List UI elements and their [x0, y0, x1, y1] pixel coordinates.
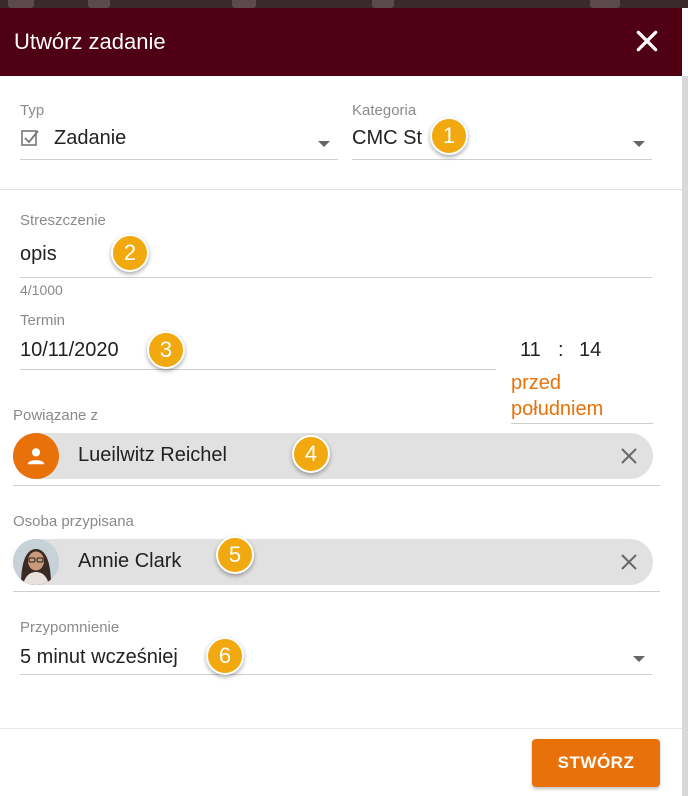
- background-icon: [8, 0, 34, 8]
- reminder-label: Przypomnienie: [20, 619, 120, 636]
- assignee-label: Osoba przypisana: [13, 513, 134, 530]
- hour-input[interactable]: 11: [520, 339, 541, 362]
- related-name: Lueilwitz Reichel: [78, 444, 227, 466]
- background-icon: [88, 0, 110, 8]
- assignee-underline: [13, 591, 660, 592]
- background-icon: [590, 0, 620, 8]
- annotation-badge: 2: [111, 234, 149, 272]
- annotation-badge: 1: [430, 117, 468, 155]
- create-task-dialog: Typ Zadanie Kategoria CMC St 1 Streszcze…: [0, 76, 682, 796]
- type-select[interactable]: Zadanie: [54, 127, 126, 150]
- am-pm-toggle[interactable]: przed południem: [511, 370, 651, 422]
- chevron-down-icon[interactable]: [318, 141, 330, 147]
- assignee-name: Annie Clark: [78, 550, 182, 572]
- avatar: [13, 539, 59, 585]
- summary-label: Streszczenie: [20, 212, 106, 229]
- minute-input[interactable]: 14: [579, 339, 601, 362]
- annotation-badge: 4: [292, 435, 330, 473]
- summary-underline: [20, 277, 652, 278]
- related-chip[interactable]: Lueilwitz Reichel: [13, 433, 653, 479]
- am-pm-underline: [511, 423, 653, 424]
- checkbox-icon: [21, 130, 39, 146]
- due-date-label: Termin: [20, 312, 66, 329]
- time-separator: :: [558, 339, 564, 361]
- type-label: Typ: [20, 102, 45, 119]
- type-underline: [20, 159, 338, 160]
- related-label: Powiązane z: [13, 407, 99, 424]
- due-date-underline: [20, 369, 496, 370]
- background-icon: [372, 0, 394, 8]
- dialog-title: Utwórz zadanie: [14, 29, 166, 54]
- remove-icon[interactable]: [619, 446, 639, 466]
- annotation-badge: 5: [216, 536, 254, 574]
- divider: [0, 189, 682, 190]
- reminder-underline: [20, 674, 652, 675]
- background-icon: [232, 0, 256, 8]
- category-label: Kategoria: [352, 102, 417, 119]
- create-button[interactable]: STWÓRZ: [532, 739, 660, 787]
- category-underline: [352, 159, 652, 160]
- due-date-input[interactable]: 10/11/2020: [20, 339, 119, 362]
- person-icon: [13, 433, 59, 479]
- reminder-select[interactable]: 5 minut wcześniej: [20, 646, 178, 669]
- summary-input[interactable]: opis: [20, 243, 57, 266]
- remove-icon[interactable]: [619, 552, 639, 572]
- annotation-badge: 3: [147, 331, 185, 369]
- summary-char-counter: 4/1000: [20, 282, 63, 298]
- dialog-header: Utwórz zadanie: [0, 8, 682, 76]
- dialog-footer: STWÓRZ: [0, 728, 682, 796]
- category-select[interactable]: CMC St: [352, 127, 422, 150]
- annotation-badge: 6: [206, 637, 244, 675]
- background-app-toolbar: [0, 0, 688, 8]
- close-icon[interactable]: [634, 28, 660, 54]
- assignee-chip[interactable]: Annie Clark: [13, 539, 653, 585]
- related-underline: [13, 485, 660, 486]
- background-app-edge: [682, 76, 688, 796]
- chevron-down-icon[interactable]: [633, 141, 645, 147]
- chevron-down-icon[interactable]: [633, 656, 645, 662]
